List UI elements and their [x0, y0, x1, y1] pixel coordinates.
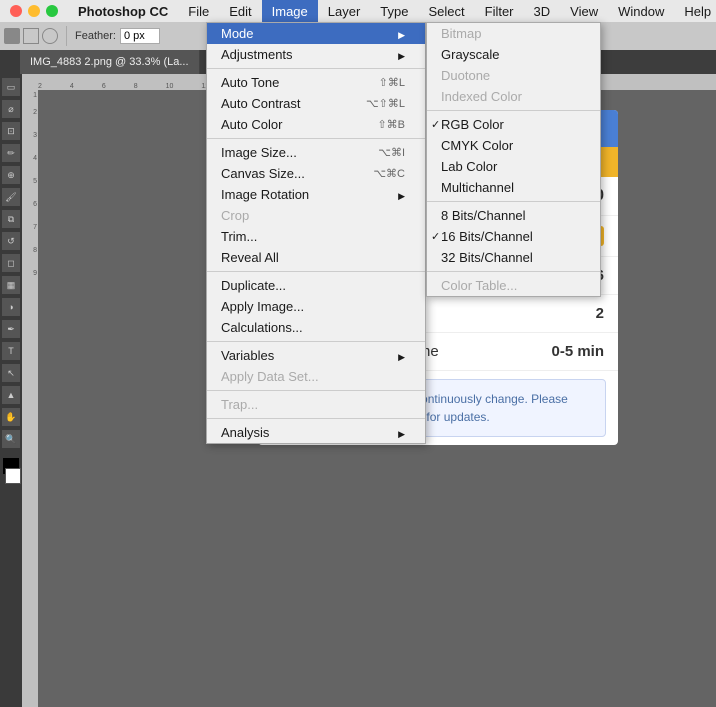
menu-item-canvas-size[interactable]: Canvas Size... ⌥⌘C	[207, 163, 425, 184]
menu-item-variables[interactable]: Variables	[207, 345, 425, 366]
tool-history[interactable]: ↺	[2, 232, 20, 250]
tool-pen[interactable]: ✒	[2, 320, 20, 338]
menu-item-filter[interactable]: Filter	[475, 0, 524, 22]
menu-item-auto-contrast[interactable]: Auto Contrast ⌥⇧⌘L	[207, 93, 425, 114]
menu-item-select[interactable]: Select	[418, 0, 474, 22]
mode-multichannel[interactable]: Multichannel	[427, 177, 600, 198]
departures-value: 2	[596, 305, 604, 322]
mode-grayscale[interactable]: Grayscale	[427, 44, 600, 65]
tool-ellipse-icon[interactable]	[42, 28, 58, 44]
separator-5	[207, 390, 425, 391]
separator-1	[207, 68, 425, 69]
mode-32bit[interactable]: 32 Bits/Channel	[427, 247, 600, 268]
separator-4	[207, 341, 425, 342]
ruler-left: 1 2 3 4 5 6 7 8 9	[22, 90, 38, 707]
tool-type[interactable]: T	[2, 342, 20, 360]
mode-16bit[interactable]: 16 Bits/Channel	[427, 226, 600, 247]
menu-item-window[interactable]: Window	[608, 0, 674, 22]
tool-eraser[interactable]: ◻	[2, 254, 20, 272]
submenu-arrow-adjustments	[394, 47, 405, 62]
tool-marquee[interactable]: ▭	[2, 78, 20, 96]
tool-clone[interactable]: ⧉	[2, 210, 20, 228]
menu-item-layer[interactable]: Layer	[318, 0, 371, 22]
submenu-arrow-mode	[394, 26, 405, 41]
mode-bitmap[interactable]: Bitmap	[427, 23, 600, 44]
left-toolbar: ▭ ⌀ ⊡ ✏ ⊕ 🖌 ⧉ ↺ ◻ ▦ ◑ ✒ T ↖ ▲ ✋ 🔍	[0, 74, 22, 707]
security-value: 0-5 min	[551, 343, 604, 360]
tool-rect-icon[interactable]	[23, 28, 39, 44]
separator-6	[207, 418, 425, 419]
submenu-arrow-variables	[394, 348, 405, 363]
mode-separator-3	[427, 271, 600, 272]
menu-item-type[interactable]: Type	[370, 0, 418, 22]
close-button[interactable]	[10, 5, 22, 17]
menu-item-apply-dataset[interactable]: Apply Data Set...	[207, 366, 425, 387]
mode-cmyk-color[interactable]: CMYK Color	[427, 135, 600, 156]
tool-heal[interactable]: ⊕	[2, 166, 20, 184]
tool-path-select[interactable]: ↖	[2, 364, 20, 382]
mode-separator-1	[427, 110, 600, 111]
menu-item-photoshop[interactable]: Photoshop CC	[68, 0, 178, 22]
mode-separator-2	[427, 201, 600, 202]
maximize-button[interactable]	[46, 5, 58, 17]
menu-item-trim[interactable]: Trim...	[207, 226, 425, 247]
menu-item-calculations[interactable]: Calculations...	[207, 317, 425, 338]
tool-gradient[interactable]: ▦	[2, 276, 20, 294]
menu-item-crop[interactable]: Crop	[207, 205, 425, 226]
separator-3	[207, 271, 425, 272]
menu-bar: Photoshop CC File Edit Image Layer Type …	[0, 0, 716, 22]
file-tab[interactable]: IMG_4883 2.png @ 33.3% (La...	[20, 50, 200, 74]
menu-item-duplicate[interactable]: Duplicate...	[207, 275, 425, 296]
image-menu-dropdown: Mode Adjustments Auto Tone ⇧⌘L Auto Cont…	[206, 22, 426, 444]
menu-item-file[interactable]: File	[178, 0, 219, 22]
mode-duotone[interactable]: Duotone	[427, 65, 600, 86]
menu-item-adjustments[interactable]: Adjustments	[207, 44, 425, 65]
mode-lab-color[interactable]: Lab Color	[427, 156, 600, 177]
tool-shape[interactable]: ▲	[2, 386, 20, 404]
tool-arrow-icon[interactable]	[4, 28, 20, 44]
minimize-button[interactable]	[28, 5, 40, 17]
traffic-lights	[0, 5, 68, 17]
menu-item-edit[interactable]: Edit	[219, 0, 261, 22]
tool-hand[interactable]: ✋	[2, 408, 20, 426]
menu-item-view[interactable]: View	[560, 0, 608, 22]
menu-item-image[interactable]: Image	[262, 0, 318, 22]
menu-item-reveal-all[interactable]: Reveal All	[207, 247, 425, 268]
menu-item-image-rotation[interactable]: Image Rotation	[207, 184, 425, 205]
submenu-arrow-analysis	[394, 425, 405, 440]
tool-brush[interactable]: 🖌	[2, 188, 20, 206]
feather-label: Feather:	[75, 30, 116, 42]
menu-item-mode[interactable]: Mode	[207, 23, 425, 44]
separator-2	[207, 138, 425, 139]
menu-item-auto-tone[interactable]: Auto Tone ⇧⌘L	[207, 72, 425, 93]
tool-lasso[interactable]: ⌀	[2, 100, 20, 118]
background-color[interactable]	[5, 468, 21, 484]
tool-eyedropper[interactable]: ✏	[2, 144, 20, 162]
mode-submenu: Bitmap Grayscale Duotone Indexed Color R…	[426, 22, 601, 297]
menu-item-analysis[interactable]: Analysis	[207, 422, 425, 443]
mode-rgb-color[interactable]: RGB Color	[427, 114, 600, 135]
submenu-arrow-rotation	[394, 187, 405, 202]
menu-item-trap[interactable]: Trap...	[207, 394, 425, 415]
tool-dodge[interactable]: ◑	[2, 298, 20, 316]
mode-8bit[interactable]: 8 Bits/Channel	[427, 205, 600, 226]
menu-item-help[interactable]: Help	[674, 0, 716, 22]
menu-item-apply-image[interactable]: Apply Image...	[207, 296, 425, 317]
menu-item-auto-color[interactable]: Auto Color ⇧⌘B	[207, 114, 425, 135]
feather-input[interactable]	[120, 28, 160, 44]
mode-indexed-color[interactable]: Indexed Color	[427, 86, 600, 107]
menu-item-3d[interactable]: 3D	[524, 0, 561, 22]
menu-item-image-size[interactable]: Image Size... ⌥⌘I	[207, 142, 425, 163]
mode-color-table[interactable]: Color Table...	[427, 275, 600, 296]
tool-zoom[interactable]: 🔍	[2, 430, 20, 448]
tool-crop[interactable]: ⊡	[2, 122, 20, 140]
